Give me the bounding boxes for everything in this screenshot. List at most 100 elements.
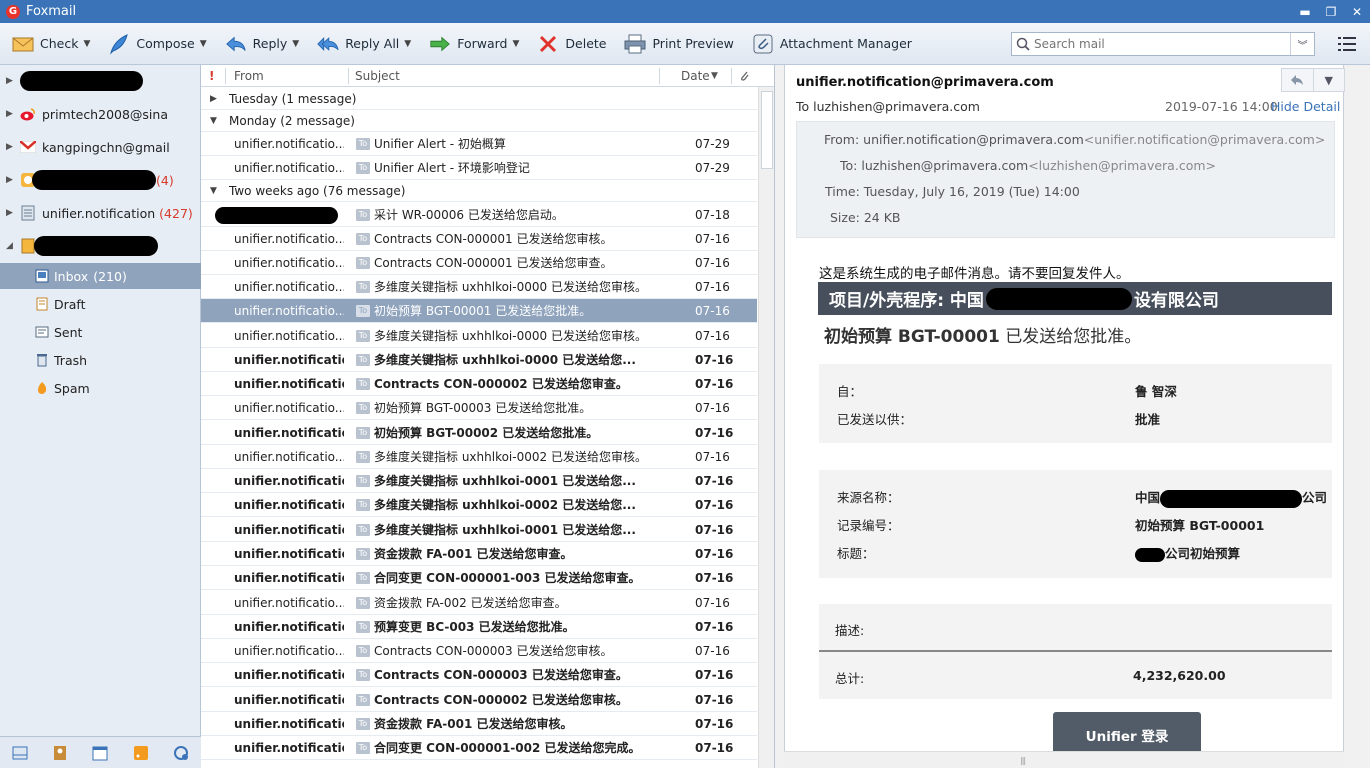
folder-trash[interactable]: Trash <box>0 347 201 373</box>
scrollbar-thumb[interactable] <box>761 91 773 169</box>
minimize-icon[interactable]: ▬ <box>1292 0 1318 23</box>
table-row[interactable]: unifier.notificatio... To Contracts CON-… <box>201 639 757 663</box>
table-row[interactable]: unifier.notificatio... To Contracts CON-… <box>201 372 757 396</box>
table-row-selected[interactable]: unifier.notificatio... To 初始预算 BGT-00001… <box>201 299 757 323</box>
chevron-down-icon[interactable]: ▼ <box>404 39 411 49</box>
table-row[interactable]: unifier.notificatio... To 多维度关键指标 uxhhlk… <box>201 348 757 372</box>
collapse-arrow-icon[interactable]: ▼ <box>210 116 220 126</box>
toolbar: Check ▼ Compose ▼ Reply ▼ Reply All ▼ Forwar… <box>0 23 1370 65</box>
collapse-arrow-icon[interactable]: ▼ <box>210 186 220 196</box>
mail-view-icon[interactable] <box>11 744 29 762</box>
sort-desc-icon[interactable]: ▼ <box>711 65 718 87</box>
detail-from-value[interactable]: unifier.notification@primavera.com <box>863 132 1084 147</box>
table-row[interactable]: To 采计 WR-00006 已发送给您启动。 07-18 <box>201 203 757 227</box>
table-row[interactable]: unifier.notificatio... To 初始预算 BGT-00002… <box>201 421 757 445</box>
table-row[interactable]: unifier.notificatio... To Contracts CON-… <box>201 227 757 251</box>
expand-arrow-icon[interactable]: ▶ <box>6 208 16 218</box>
expand-arrow-icon[interactable]: ▶ <box>6 76 16 86</box>
reply-arrow-icon[interactable] <box>1282 69 1313 91</box>
table-row[interactable]: unifier.notificatio... To 多维度关键指标 uxhhlk… <box>201 493 757 517</box>
hamburger-menu-icon[interactable] <box>1338 36 1356 52</box>
close-icon[interactable]: ✕ <box>1344 0 1370 23</box>
chevron-down-icon[interactable]: ▼ <box>512 39 519 49</box>
table-row[interactable]: unifier.notificatio... To 合同变更 CON-00000… <box>201 566 757 590</box>
table-row[interactable]: unifier.notificatio... To Contracts CON-… <box>201 251 757 275</box>
table-row[interactable]: unifier.notificatio... To 多维度关键指标 uxhhlk… <box>201 324 757 348</box>
reading-hscrollbar[interactable]: ||| <box>784 751 1344 768</box>
account-item-6[interactable]: ◢ <box>0 234 201 258</box>
folder-inbox[interactable]: Inbox (210) <box>0 263 201 289</box>
group-header[interactable]: ▶ Tuesday (1 message) <box>201 88 757 110</box>
message-view: unifier.notification@primavera.com ▼ To … <box>784 65 1345 768</box>
source-prefix: 中国 <box>1135 490 1161 505</box>
group-header[interactable]: ▼ Monday (2 message) <box>201 110 757 132</box>
chevron-down-icon[interactable]: ▼ <box>292 39 299 49</box>
account-item-gmail[interactable]: ▶ kangpingchn@gmail <box>0 135 201 159</box>
collapse-arrow-icon[interactable]: ◢ <box>6 241 16 251</box>
print-preview-button[interactable]: Print Preview <box>618 29 739 59</box>
hide-detail-link[interactable]: Hide Detail <box>1271 99 1340 114</box>
expand-arrow-icon[interactable]: ▶ <box>6 175 16 185</box>
delete-button[interactable]: Delete <box>531 29 612 59</box>
folder-draft[interactable]: Draft <box>0 291 201 317</box>
group-header[interactable]: ▼ Two weeks ago (76 message) <box>201 180 757 202</box>
flag-column-header[interactable]: ! <box>209 65 214 87</box>
account-item-sina[interactable]: ▶ primtech2008@sina <box>0 102 201 126</box>
table-row[interactable]: unifier.notificatio... To 初始预算 BGT-00003… <box>201 396 757 420</box>
table-row[interactable]: unifier.notificatio... To Contracts CON-… <box>201 663 757 687</box>
table-row[interactable]: unifier.notificatio... To 资金拨款 FA-001 已发… <box>201 542 757 566</box>
expand-arrow-icon[interactable]: ▶ <box>210 94 220 104</box>
search-options-icon[interactable]: ︾ <box>1290 33 1314 55</box>
restore-icon[interactable]: ❐ <box>1318 0 1344 23</box>
table-row[interactable]: unifier.notificatio... To Contracts CON-… <box>201 688 757 712</box>
table-row[interactable]: unifier.notificatio... To Unifier Alert … <box>201 156 757 180</box>
subject-column-header[interactable]: Subject <box>355 65 400 87</box>
contacts-icon[interactable] <box>51 744 69 762</box>
to-badge: To <box>356 281 370 293</box>
attachment-column-icon[interactable] <box>738 65 750 87</box>
to-badge: To <box>356 378 370 390</box>
table-row[interactable]: unifier.notificatio... To 合同变更 CON-00000… <box>201 736 757 760</box>
reply-all-button[interactable]: Reply All ▼ <box>311 29 417 59</box>
chevron-down-icon[interactable]: ▼ <box>200 39 207 49</box>
folder-spam[interactable]: Spam <box>0 375 201 401</box>
rss-icon[interactable] <box>132 744 150 762</box>
sent-for-label: 已发送以供： <box>837 412 913 427</box>
table-row[interactable]: unifier.notificatio... To 多维度关键指标 uxhhlk… <box>201 445 757 469</box>
scrollbar-grip[interactable]: ||| <box>1020 756 1026 765</box>
table-row[interactable]: unifier.notificatio... To 多维度关键指标 uxhhlk… <box>201 469 757 493</box>
table-row[interactable]: unifier.notificatio... To 资金拨款 FA-001 已发… <box>201 712 757 736</box>
compose-button[interactable]: Compose ▼ <box>102 29 212 59</box>
column-divider <box>659 68 660 84</box>
date-column-header[interactable]: Date <box>681 65 710 87</box>
folder-sent[interactable]: Sent <box>0 319 201 345</box>
search-input[interactable] <box>1034 34 1290 54</box>
detail-to-value[interactable]: luzhishen@primavera.com <box>861 158 1028 173</box>
to-badge: To <box>356 669 370 681</box>
table-row[interactable]: unifier.notificatio... To 多维度关键指标 uxhhlk… <box>201 275 757 299</box>
attachment-manager-button[interactable]: Attachment Manager <box>746 29 918 59</box>
calendar-icon[interactable] <box>91 744 109 762</box>
account-item-4[interactable]: ▶ (4) <box>0 168 201 192</box>
table-row[interactable]: unifier.notificatio... To 资金拨款 FA-002 已发… <box>201 591 757 615</box>
gmail-icon <box>20 139 36 155</box>
check-button[interactable]: Check ▼ <box>6 29 96 59</box>
table-row[interactable]: unifier.notificatio... To 多维度关键指标 uxhhlk… <box>201 518 757 542</box>
account-item-1[interactable]: ▶ <box>0 69 201 93</box>
table-row[interactable]: unifier.notificatio... To 预算变更 BC-003 已发… <box>201 615 757 639</box>
expand-arrow-icon[interactable]: ▶ <box>6 142 16 152</box>
list-header: ! From Subject Date ▼ <box>201 65 774 87</box>
chevron-down-icon[interactable]: ▼ <box>83 39 90 49</box>
table-row[interactable]: unifier.notificatio... To Unifier Alert … <box>201 132 757 156</box>
list-scrollbar[interactable] <box>758 87 774 768</box>
search-box: ︾ <box>1011 32 1315 56</box>
forward-button[interactable]: Forward ▼ <box>423 29 525 59</box>
chevron-down-icon[interactable]: ▼ <box>1312 69 1345 91</box>
from-column-header[interactable]: From <box>234 65 264 87</box>
reply-button[interactable]: Reply ▼ <box>219 29 306 59</box>
source-value: 中国 公司 <box>1135 487 1327 508</box>
app-center-icon[interactable] <box>172 744 190 762</box>
expand-arrow-icon[interactable]: ▶ <box>6 109 16 119</box>
account-item-unifier[interactable]: ▶ unifier.notification (427) <box>0 201 201 225</box>
redacted-account <box>20 71 143 91</box>
